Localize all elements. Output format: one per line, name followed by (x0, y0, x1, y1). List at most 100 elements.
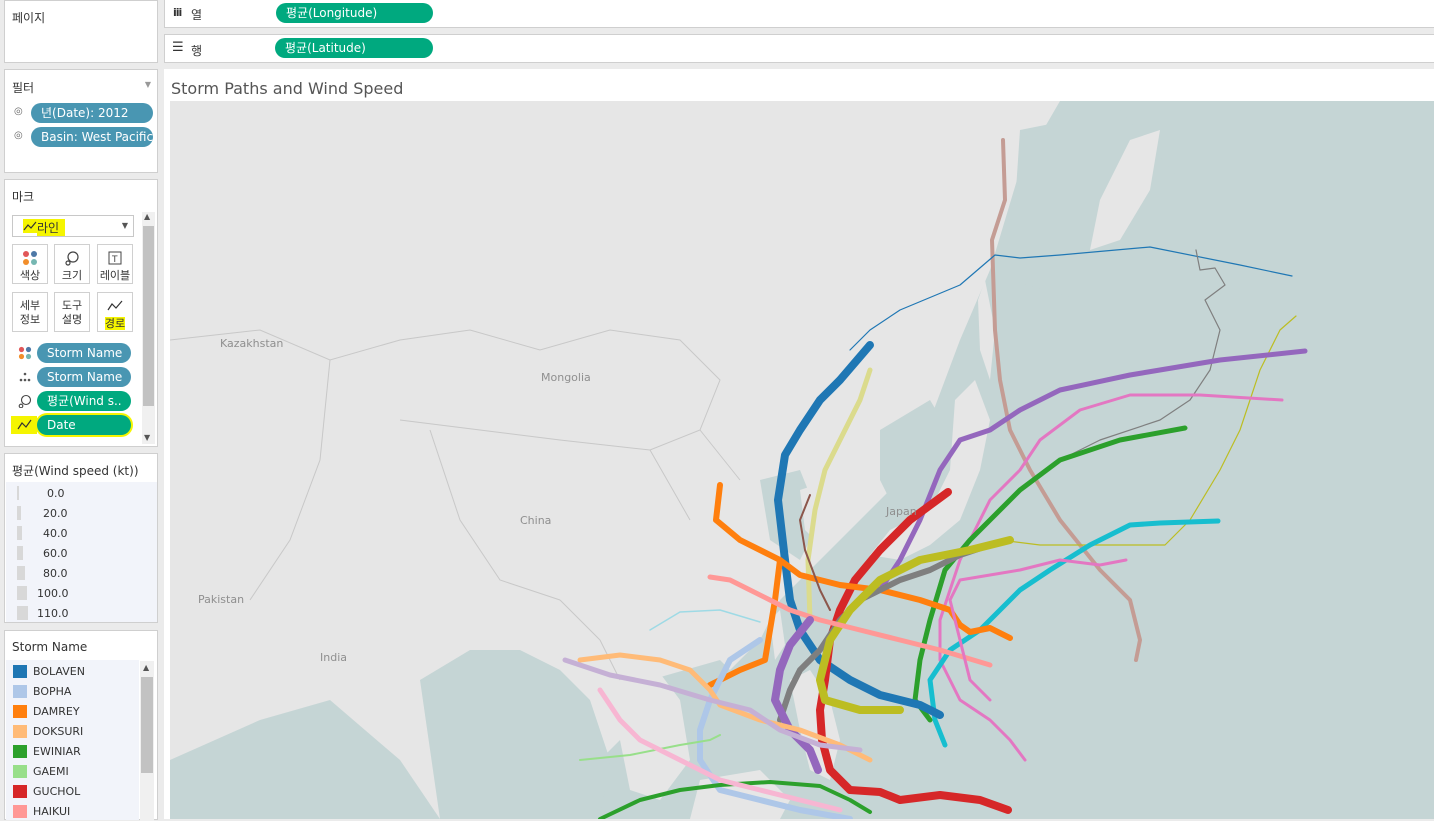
color-icon (13, 249, 47, 267)
filters-card: 필터 ▼ ◎ 년(Date): 2012 ◎ Basin: West Pacif… (4, 69, 158, 173)
tooltip-button-label: 도구 설명 (61, 299, 83, 326)
rows-pill-label: 평균(Latitude) (285, 41, 366, 55)
map-svg: Kazakhstan Mongolia China Pakistan India… (170, 101, 1434, 819)
legend-label: DAMREY (33, 704, 80, 718)
svg-text:T: T (111, 255, 118, 265)
color-button-label: 색상 (19, 269, 41, 282)
color-legend-title: Storm Name (12, 640, 88, 654)
legend-label: GUCHOL (33, 784, 81, 798)
line-mark-icon (23, 219, 37, 233)
size-legend-row: 0.0 (17, 483, 65, 503)
legend-swatch (13, 704, 27, 718)
legend-item[interactable]: EWINIAR (13, 741, 81, 761)
color-legend-scrollbar[interactable]: ▲ (140, 661, 154, 821)
scroll-up-icon[interactable]: ▲ (144, 212, 150, 221)
mark-type-label: 라인 (37, 219, 66, 236)
rows-pill[interactable]: 평균(Latitude) (275, 38, 433, 58)
chevron-down-icon: ▼ (121, 221, 128, 230)
legend-swatch (13, 784, 27, 798)
size-legend-title: 평균(Wind speed (kt)) (12, 464, 139, 478)
map-label-japan: Japan (885, 505, 917, 518)
scroll-thumb[interactable] (143, 226, 154, 406)
text-label-icon: T (98, 249, 132, 267)
legend-item[interactable]: DAMREY (13, 701, 80, 721)
legend-swatch (13, 664, 27, 678)
size-legend-row: 80.0 (17, 563, 68, 583)
map-view[interactable]: Kazakhstan Mongolia China Pakistan India… (170, 101, 1434, 819)
columns-pill-label: 평균(Longitude) (286, 6, 378, 20)
viz-area: Storm Paths and Wind Speed Kazakhstan Mo… (164, 69, 1434, 819)
database-icon: ◎ (14, 106, 23, 117)
path-button[interactable]: 경로 (97, 292, 133, 332)
size-legend-value: 100.0 (37, 586, 69, 600)
legend-label: EWINIAR (33, 744, 81, 758)
scroll-down-icon[interactable]: ▼ (144, 433, 150, 442)
detail-field-icon (18, 370, 32, 387)
database-icon: ◎ (14, 130, 23, 141)
size-legend-value: 20.0 (43, 506, 68, 520)
size-legend-value: 110.0 (37, 606, 69, 620)
filter-pill-basin[interactable]: Basin: West Pacific (31, 127, 153, 147)
label-button-label: 레이블 (99, 269, 131, 282)
legend-item[interactable]: GUCHOL (13, 781, 80, 801)
map-label-india: India (320, 651, 347, 664)
map-label-china: China (520, 514, 551, 527)
label-button[interactable]: T 레이블 (97, 244, 133, 284)
legend-swatch (13, 764, 27, 778)
size-button-label: 크기 (61, 269, 83, 282)
legend-item[interactable]: HAIKUI (13, 801, 70, 821)
field-pill-size[interactable]: 평균(Wind s.. (37, 391, 131, 411)
columns-shelf[interactable]: iii 열 평균(Longitude) (164, 0, 1434, 28)
field-pill-color[interactable]: Storm Name (37, 343, 131, 363)
filters-menu-chevron-icon[interactable]: ▼ (145, 80, 151, 89)
field-pill-path[interactable]: Date (37, 415, 131, 435)
field-pill-label: 평균(Wind s.. (47, 394, 122, 408)
size-legend-value: 0.0 (47, 486, 65, 500)
size-legend-card: 평균(Wind speed (kt)) 0.0 20.0 40.0 60.0 8… (4, 453, 158, 623)
legend-label: BOPHA (33, 684, 72, 698)
legend-item[interactable]: GAEMI (13, 761, 69, 781)
columns-icon: iii (173, 6, 182, 19)
mark-type-dropdown[interactable]: 라인 ▼ (12, 215, 134, 237)
size-legend-swatch (17, 546, 23, 560)
path-button-label: 경로 (104, 317, 126, 330)
legend-item[interactable]: BOPHA (13, 681, 71, 701)
filters-title: 필터 (12, 81, 35, 95)
size-legend-swatch (17, 566, 25, 580)
map-label-mongolia: Mongolia (541, 371, 591, 384)
color-legend-card: Storm Name ▲ BOLAVEN BOPHA DAMREY DOKSURI EW… (4, 630, 158, 821)
rows-shelf[interactable]: ☰ 행 평균(Latitude) (164, 34, 1434, 63)
size-legend-swatch (17, 586, 27, 600)
legend-item[interactable]: DOKSURI (13, 721, 83, 741)
detail-button[interactable]: 세부 정보 (12, 292, 48, 332)
scroll-thumb[interactable] (141, 677, 153, 773)
legend-label: BOLAVEN (33, 664, 85, 678)
marks-title: 마크 (12, 190, 35, 204)
tooltip-button[interactable]: 도구 설명 (54, 292, 90, 332)
columns-pill[interactable]: 평균(Longitude) (276, 3, 433, 23)
size-legend-row: 40.0 (17, 523, 68, 543)
marks-scrollbar[interactable]: ▲ ▼ (142, 212, 155, 444)
viz-title: Storm Paths and Wind Speed (171, 79, 404, 98)
size-legend-row: 20.0 (17, 503, 68, 523)
field-pill-label: Storm Name (47, 346, 123, 360)
size-legend-row: 60.0 (17, 543, 68, 563)
field-pill-detail[interactable]: Storm Name (37, 367, 131, 387)
legend-item[interactable]: BOLAVEN (13, 661, 85, 681)
rows-shelf-label: 행 (191, 44, 203, 58)
color-button[interactable]: 색상 (12, 244, 48, 284)
marks-card: 마크 라인 ▼ ▲ ▼ 색상 크기 T 레이블 세부 정보 도구 설명 경로 S… (4, 179, 158, 447)
field-pill-label: Storm Name (47, 370, 123, 384)
color-field-icon (18, 346, 32, 363)
scroll-up-icon[interactable]: ▲ (143, 663, 149, 672)
size-button[interactable]: 크기 (54, 244, 90, 284)
detail-button-label: 세부 정보 (19, 299, 41, 326)
size-legend-swatch (17, 606, 28, 620)
filter-pill-label: Basin: West Pacific (41, 130, 153, 144)
columns-shelf-label: 열 (191, 8, 203, 22)
size-legend-value: 60.0 (43, 546, 68, 560)
size-field-icon (18, 394, 32, 411)
legend-swatch (13, 744, 27, 758)
map-label-kazakhstan: Kazakhstan (220, 337, 283, 350)
filter-pill-year[interactable]: 년(Date): 2012 (31, 103, 153, 123)
